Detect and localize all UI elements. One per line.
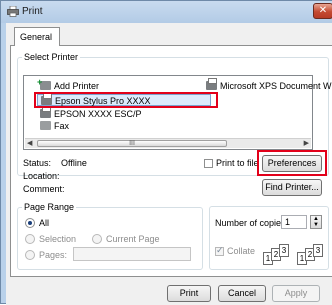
spin-down-icon[interactable]: ▼ <box>311 222 321 228</box>
comment-label: Comment: <box>23 184 65 194</box>
printer-icon <box>206 78 217 90</box>
scroll-left-icon[interactable]: ◀ <box>27 139 32 148</box>
collate-checkbox[interactable] <box>215 245 224 256</box>
window-title: Print <box>22 6 43 17</box>
current-page-radio[interactable] <box>92 234 102 244</box>
add-printer-icon <box>37 76 51 90</box>
cancel-button[interactable]: Cancel <box>218 285 266 302</box>
number-of-copies-label: Number of copies: <box>215 218 289 228</box>
print-button[interactable]: Print <box>167 285 211 302</box>
find-printer-button[interactable]: Find Printer... <box>262 179 322 196</box>
horizontal-scrollbar[interactable]: ◀ III ▶ <box>25 138 311 148</box>
printer-list[interactable]: Add Printer Microsoft XPS Document Write… <box>23 75 332 150</box>
title-bar: Print ✕ <box>1 1 332 23</box>
pages-radio[interactable] <box>25 250 35 260</box>
general-tab-panel: Select Printer Add Printer Microsoft XPS… <box>10 45 332 277</box>
status-label: Status: <box>23 158 52 168</box>
collate-label: Collate <box>227 246 256 256</box>
select-printer-legend: Select Printer <box>24 52 79 62</box>
status-value: Offline <box>61 158 87 168</box>
page-range-legend: Page Range <box>24 202 75 212</box>
all-radio[interactable] <box>25 218 35 228</box>
fax-icon <box>40 121 51 130</box>
copies-input[interactable]: 1 <box>281 215 307 229</box>
printer-icon <box>7 6 19 17</box>
list-item[interactable]: Microsoft XPS Document Writer <box>206 78 332 92</box>
preferences-button[interactable]: Preferences <box>262 155 322 172</box>
dialog-client-area: General Select Printer Add Printer Micro… <box>6 23 332 305</box>
all-label: All <box>39 218 50 228</box>
copies-spinner[interactable]: ▲ ▼ <box>310 215 322 229</box>
printer-icon <box>41 93 52 105</box>
selection-label: Selection <box>39 234 77 244</box>
tab-general[interactable]: General <box>14 27 60 46</box>
pages-input[interactable] <box>73 247 191 261</box>
pages-label: Pages: <box>39 250 68 260</box>
list-item[interactable]: Fax <box>40 120 69 132</box>
list-item[interactable]: Add Printer <box>37 76 99 92</box>
current-page-label: Current Page <box>106 234 160 244</box>
print-dialog: Print ✕ General Select Printer Add Print… <box>0 0 332 305</box>
list-item-selected[interactable]: Epson Stylus Pro XXXX <box>37 93 211 106</box>
close-button[interactable]: ✕ <box>313 3 332 19</box>
location-label: Location: <box>23 171 60 181</box>
close-icon: ✕ <box>318 5 328 16</box>
apply-button[interactable]: Apply <box>272 285 320 302</box>
printer-icon <box>40 106 51 118</box>
list-item[interactable]: EPSON XXXX ESC/P <box>40 106 142 120</box>
selection-radio[interactable] <box>25 234 35 244</box>
scroll-thumb[interactable]: III <box>37 140 227 147</box>
scroll-right-icon[interactable]: ▶ <box>304 139 309 148</box>
print-to-file-checkbox[interactable] <box>204 159 213 168</box>
print-to-file-label: Print to file <box>216 158 259 168</box>
